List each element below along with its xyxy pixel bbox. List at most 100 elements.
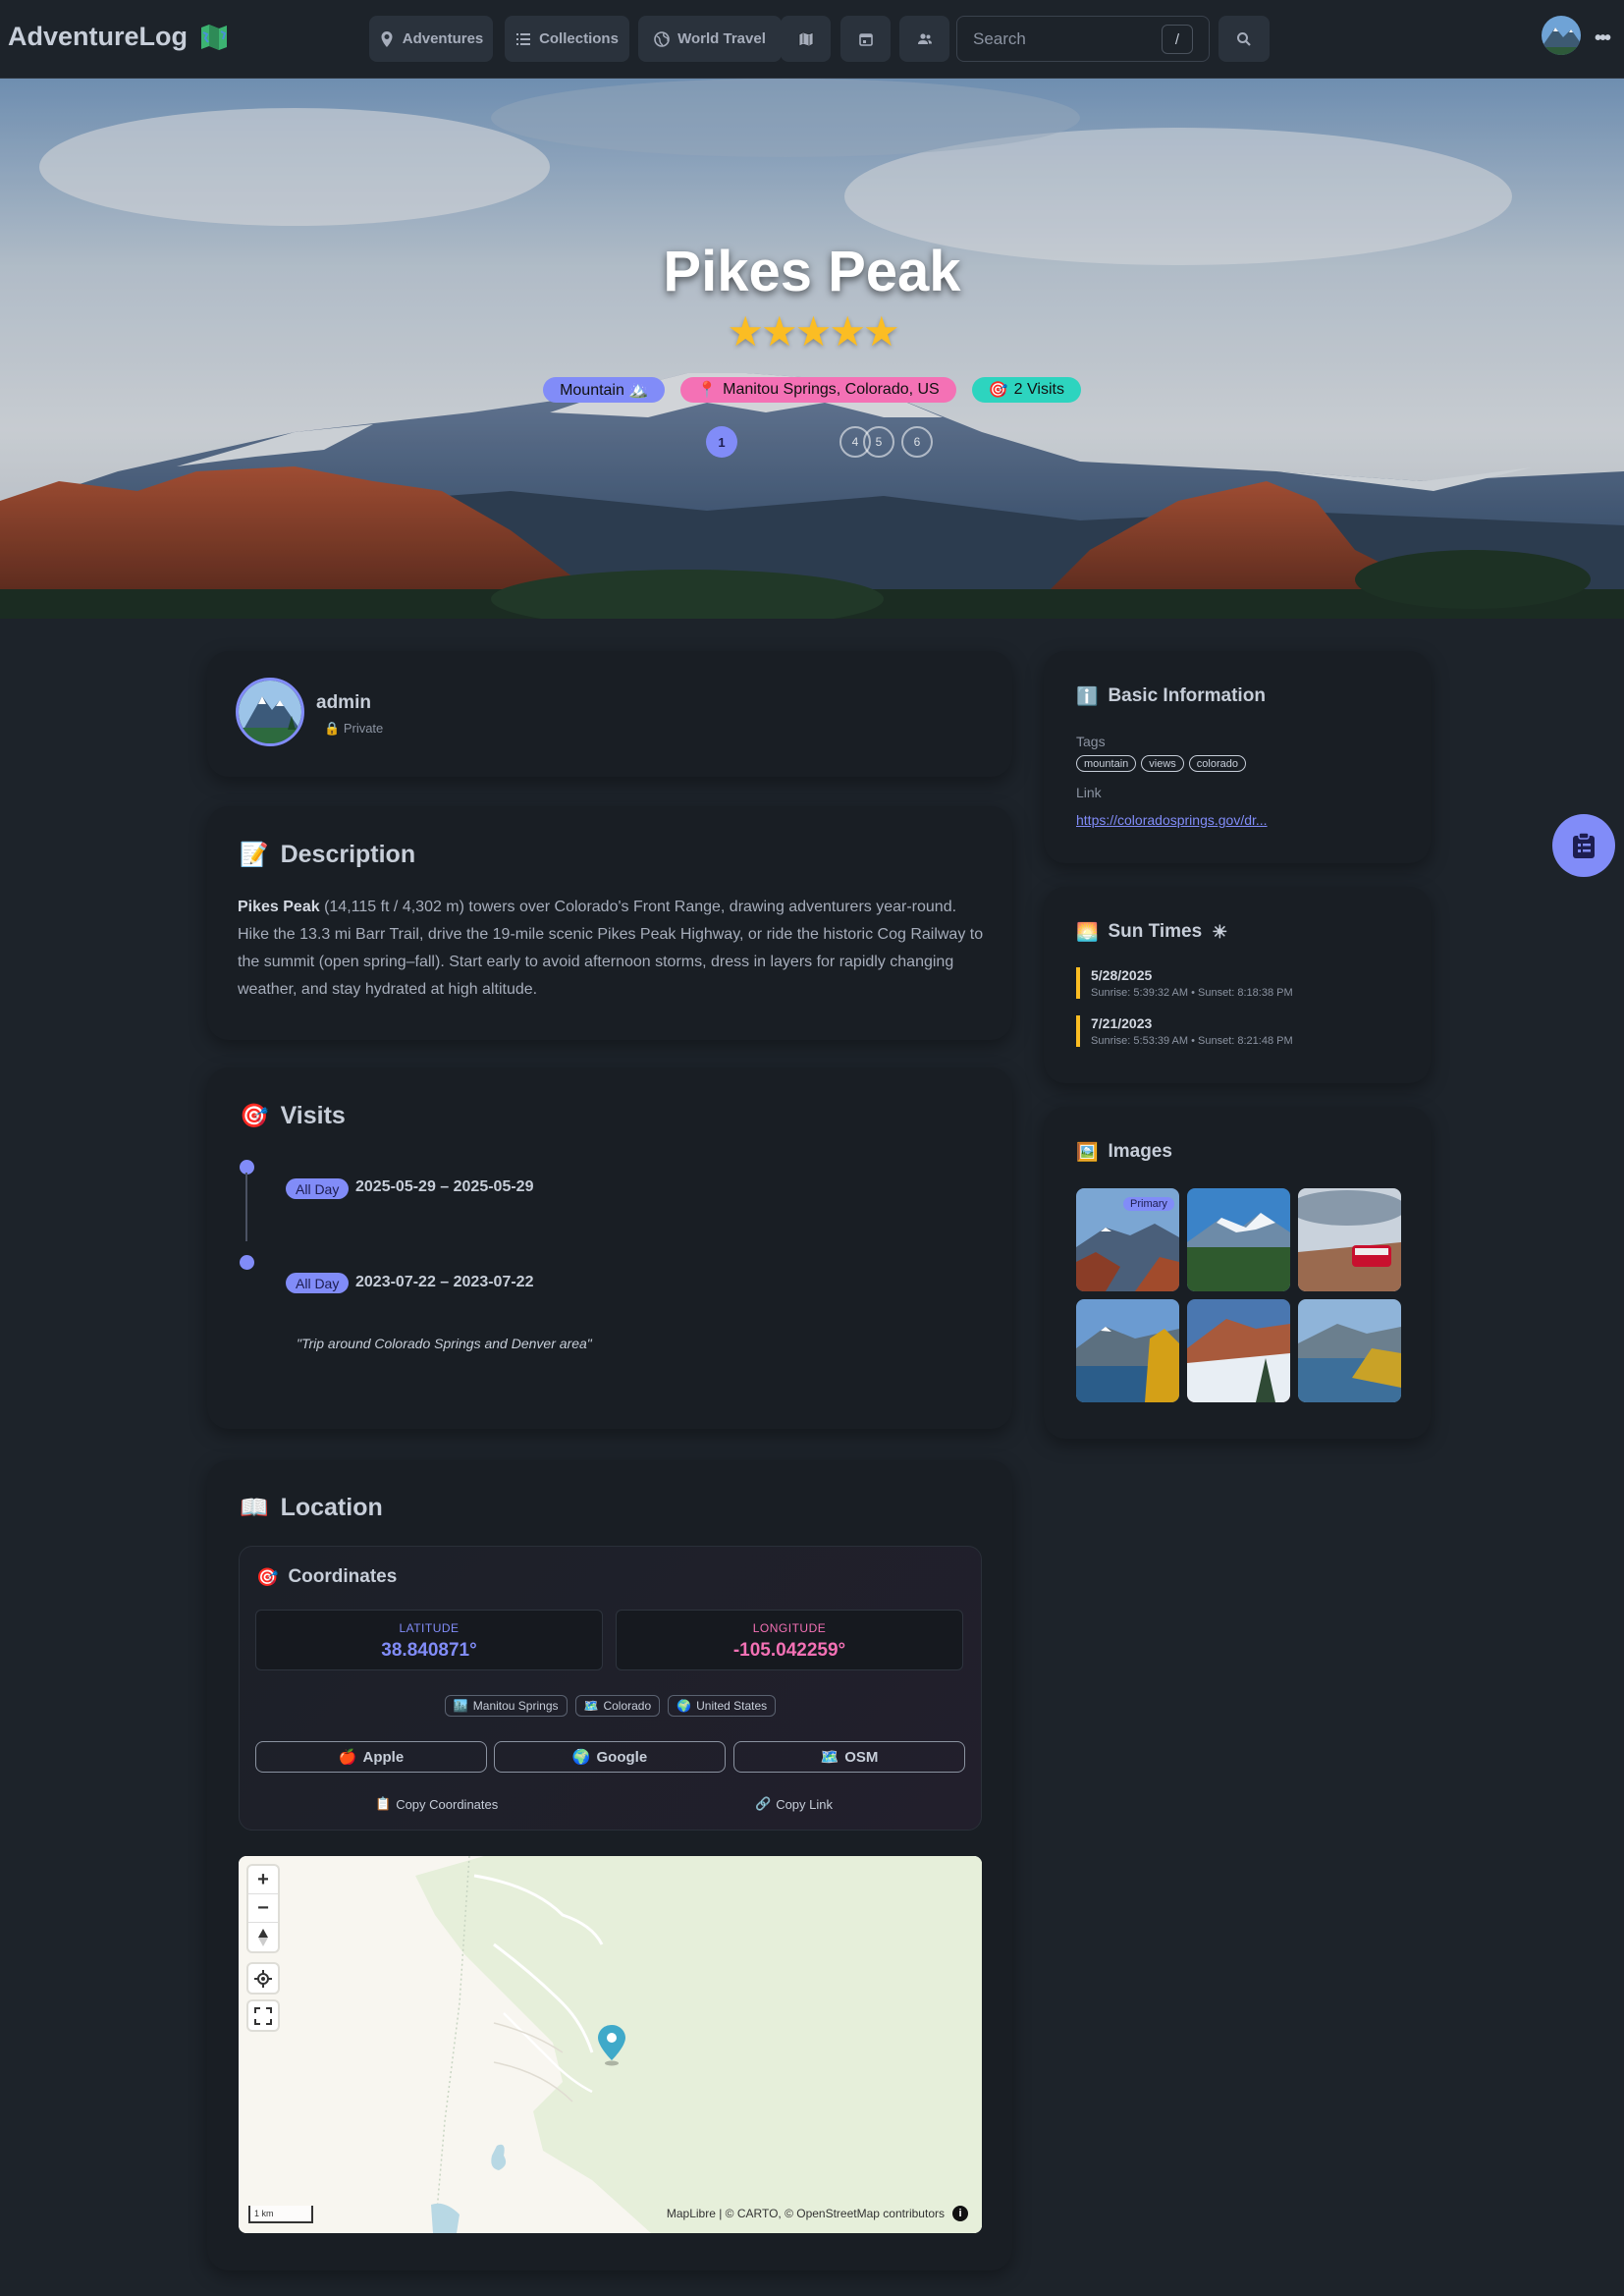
sun-date: 7/21/2023 <box>1091 1015 1153 1031</box>
coordinates-heading: 🎯 Coordinates <box>256 1566 397 1588</box>
image-thumbnail[interactable] <box>1187 1299 1290 1402</box>
timeline-dot <box>240 1255 254 1270</box>
nav-users-button[interactable] <box>899 16 949 62</box>
more-menu-button[interactable]: ••• <box>1595 27 1611 50</box>
region-chip: 🗺️ Colorado <box>574 1695 661 1717</box>
primary-badge: Primary <box>1123 1197 1174 1211</box>
description-body: (14,115 ft / 4,302 m) towers over Colora… <box>238 899 984 998</box>
brand[interactable]: AdventureLog <box>8 22 229 52</box>
map-attribution: MapLibre | © CARTO, © OpenStreetMap cont… <box>667 2206 968 2221</box>
description-title: Description <box>280 841 416 868</box>
sun-times-detail: Sunrise: 5:39:32 AM • Sunset: 8:18:38 PM <box>1091 987 1293 999</box>
tag-badge: views <box>1141 755 1184 772</box>
star-icon: ★ <box>761 308 798 355</box>
city-chip: 🏙️ Manitou Springs <box>444 1695 568 1717</box>
sunrise-icon: 🌅 <box>1076 921 1099 942</box>
all-day-badge: All Day <box>286 1273 350 1293</box>
zoom-in-button[interactable]: + <box>248 1866 278 1894</box>
geolocate-button[interactable] <box>248 1964 278 1993</box>
basic-info-title: Basic Information <box>1108 685 1266 706</box>
copy-coordinates-button[interactable]: 📋 Copy Coordinates <box>375 1796 498 1812</box>
nav-collections-label: Collections <box>539 30 619 47</box>
apple-maps-button[interactable]: 🍎 Apple <box>255 1741 487 1773</box>
latitude-label: LATITUDE <box>399 1621 460 1635</box>
compass-icon <box>258 1928 268 1946</box>
location-marker-icon[interactable] <box>595 2023 628 2066</box>
geolocate-control <box>248 1964 278 1993</box>
search-input[interactable] <box>971 28 1148 50</box>
rating-stars: ★★★★★ <box>0 307 1624 355</box>
visit-note: "Trip around Colorado Springs and Denver… <box>297 1336 592 1351</box>
geolocate-icon <box>254 1969 272 1988</box>
sun-times-heading: 🌅 Sun Times ☀ <box>1076 921 1227 943</box>
globe-icon: 🌍 <box>571 1749 591 1766</box>
map-icon: 🗺️ <box>583 1699 599 1713</box>
carousel-dot[interactable]: 6 <box>901 426 933 458</box>
visits-badge: 🎯 2 Visits <box>971 377 1081 403</box>
carousel-dot-active[interactable]: 1 <box>706 426 737 458</box>
latitude-box: LATITUDE 38.840871° <box>255 1610 603 1670</box>
attribution-text: MapLibre | © CARTO, © OpenStreetMap cont… <box>666 2207 945 2220</box>
clipboard-list-icon <box>1573 832 1595 858</box>
image-thumbnail[interactable] <box>1187 1188 1290 1291</box>
image-thumbnail[interactable] <box>1076 1299 1179 1402</box>
fullscreen-icon <box>254 2006 272 2025</box>
external-link[interactable]: https://coloradosprings.gov/dr... <box>1076 812 1268 828</box>
sun-date: 5/28/2025 <box>1091 967 1153 983</box>
nav-calendar-button[interactable] <box>840 16 891 62</box>
timeline-line <box>245 1173 247 1241</box>
floating-action-button[interactable] <box>1552 814 1615 877</box>
coordinates-panel <box>239 1546 982 1831</box>
longitude-box: LONGITUDE -105.042259° <box>616 1610 963 1670</box>
owner-avatar[interactable] <box>236 678 304 746</box>
visits-heading: 🎯 Visits <box>240 1102 346 1130</box>
location-chips: 🏙️ Manitou Springs 🗺️ Colorado 🌍 United Sta… <box>239 1695 982 1717</box>
location-title: Location <box>280 1494 383 1521</box>
visits-badge-label: 2 Visits <box>1013 381 1064 398</box>
adventure-title: Pikes Peak <box>663 240 961 303</box>
apple-maps-label: Apple <box>362 1748 405 1766</box>
copy-link-button[interactable]: 🔗 Copy Link <box>755 1796 833 1812</box>
tag-badge: mountain <box>1076 755 1137 772</box>
nav-adventures-button[interactable]: Adventures <box>369 16 493 62</box>
map-book-icon: 📖 <box>240 1495 269 1521</box>
thumbnail-image <box>1187 1299 1290 1402</box>
picture-icon: 🖼️ <box>1076 1141 1099 1162</box>
city-chip-label: Manitou Springs <box>472 1699 559 1713</box>
compass-button[interactable] <box>248 1923 278 1951</box>
description-text: Pikes Peak (14,115 ft / 4,302 m) towers … <box>238 894 984 1004</box>
basic-info-heading: ℹ️ Basic Information <box>1076 685 1266 707</box>
osm-button[interactable]: 🗺️ OSM <box>733 1741 965 1773</box>
copy-coordinates-label: Copy Coordinates <box>396 1796 499 1812</box>
visits-title: Visits <box>280 1102 346 1129</box>
nav-world-travel-button[interactable]: World Travel <box>638 16 782 62</box>
pin-icon: 📍 <box>697 382 718 399</box>
search-shortcut-key: / <box>1162 25 1193 54</box>
search-button[interactable] <box>1218 16 1270 62</box>
location-badge-label: Manitou Springs, Colorado, US <box>723 381 940 398</box>
map-scale: 1 km <box>248 2206 313 2223</box>
sun-times-entry: 5/28/2025 Sunrise: 5:39:32 AM • Sunset: … <box>1076 967 1380 999</box>
google-maps-label: Google <box>596 1748 648 1766</box>
location-map[interactable]: + − 1 km MapLibre | © CARTO, © OpenStree… <box>239 1856 982 2233</box>
carousel-dot[interactable]: 5 <box>863 426 894 458</box>
nav-collections-button[interactable]: Collections <box>505 16 629 62</box>
longitude-label: LONGITUDE <box>752 1621 827 1635</box>
tags-label: Tags <box>1076 734 1106 749</box>
fullscreen-button[interactable] <box>248 2001 278 2030</box>
brand-name: AdventureLog <box>8 22 189 51</box>
images-title: Images <box>1108 1141 1172 1162</box>
nav-world-travel-label: World Travel <box>677 30 766 47</box>
user-avatar[interactable] <box>1542 16 1581 55</box>
image-thumbnail[interactable] <box>1298 1299 1401 1402</box>
info-icon[interactable]: i <box>952 2206 968 2221</box>
search-box: / <box>956 16 1210 62</box>
image-thumbnail[interactable] <box>1298 1188 1401 1291</box>
hero-banner: Pikes Peak ★★★★★ Mountain 🏔️ 📍 Manitou S… <box>0 79 1624 619</box>
zoom-out-button[interactable]: − <box>248 1894 278 1923</box>
google-maps-button[interactable]: 🌍 Google <box>494 1741 726 1773</box>
country-chip: 🌍 United States <box>668 1695 777 1717</box>
nav-map-button[interactable] <box>781 16 831 62</box>
latitude-value: 38.840871° <box>381 1640 477 1661</box>
hero-badges: Mountain 🏔️ 📍 Manitou Springs, Colorado,… <box>0 377 1624 403</box>
